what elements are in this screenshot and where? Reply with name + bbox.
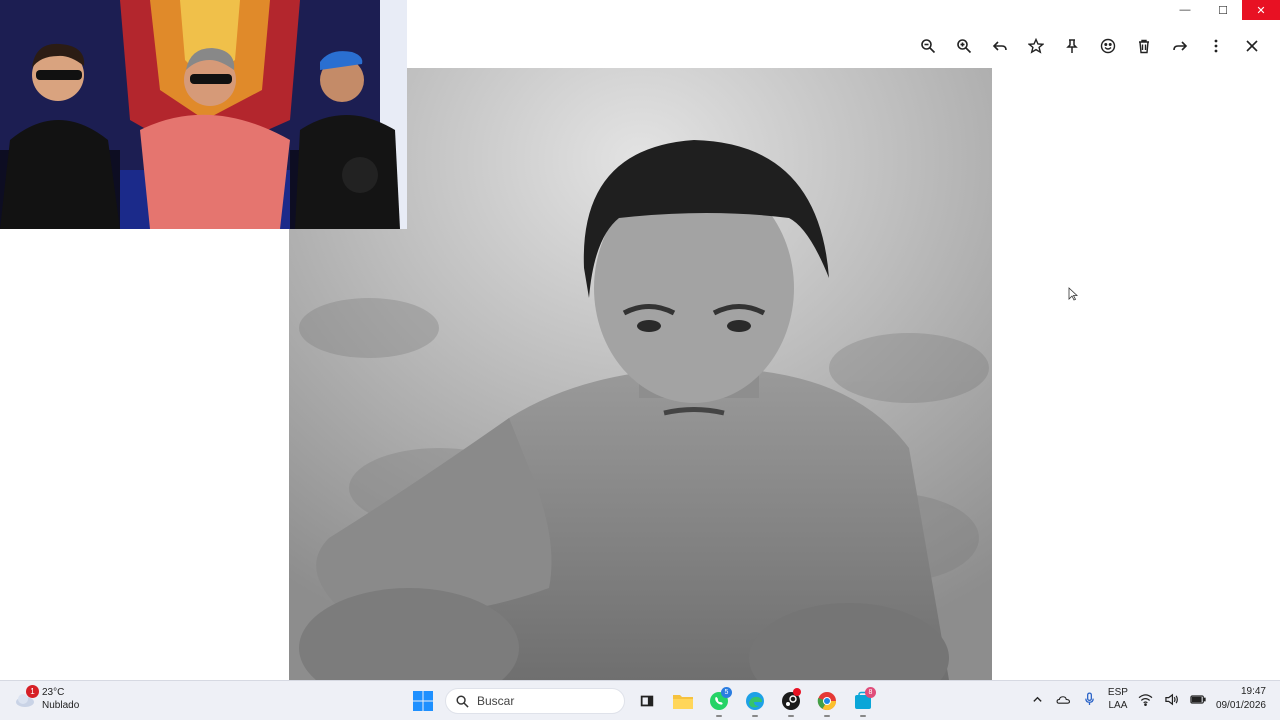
system-tray: ESP LAA 19:47 09/01/2026 xyxy=(1030,685,1266,713)
clock-time: 19:47 xyxy=(1240,686,1266,697)
start-button[interactable] xyxy=(405,685,441,717)
edge-app[interactable] xyxy=(737,685,773,717)
running-indicator xyxy=(860,715,866,717)
chrome-app[interactable] xyxy=(809,685,845,717)
folder-icon xyxy=(673,695,693,709)
search-icon xyxy=(456,694,469,708)
chrome-icon xyxy=(817,692,836,711)
search-label: Buscar xyxy=(477,694,515,708)
taskbar: 1 23°C Nublado Buscar 5 8 ESP LAA 19:47 … xyxy=(0,680,1280,720)
star-icon[interactable] xyxy=(1018,34,1054,58)
taskbar-search[interactable]: Buscar xyxy=(445,688,625,714)
taskbar-apps: Buscar 5 8 xyxy=(405,685,881,717)
language-indicator[interactable]: ESP LAA xyxy=(1108,686,1128,712)
viewer-toolbar xyxy=(910,34,1270,58)
minimize-button[interactable]: — xyxy=(1166,0,1204,20)
window-caption-buttons: — ☐ ✕ xyxy=(1166,0,1280,20)
windows-logo-icon xyxy=(413,691,433,711)
steam-notification-dot xyxy=(793,688,801,696)
edge-icon xyxy=(746,692,764,710)
volume-icon[interactable] xyxy=(1164,691,1180,707)
maximize-button[interactable]: ☐ xyxy=(1204,0,1242,20)
emoji-icon[interactable] xyxy=(1090,34,1126,58)
reply-icon[interactable] xyxy=(982,34,1018,58)
clock-date: 09/01/2026 xyxy=(1215,700,1266,711)
webcam-overlay xyxy=(0,0,407,229)
pin-icon[interactable] xyxy=(1054,34,1090,58)
trash-icon[interactable] xyxy=(1126,34,1162,58)
onedrive-cloud-icon[interactable] xyxy=(1056,691,1072,707)
whatsapp-badge: 5 xyxy=(721,687,732,698)
screen: — ☐ ✕ 1 23°C Nublado Buscar 5 8 ESP LAA … xyxy=(0,0,1280,720)
language-code: ESP xyxy=(1107,687,1128,698)
teams-app[interactable]: 8 xyxy=(845,685,881,717)
forward-icon[interactable] xyxy=(1162,34,1198,58)
cloud-icon: 1 xyxy=(14,685,39,708)
more-vertical-icon[interactable] xyxy=(1198,34,1234,58)
system-clock[interactable]: 19:47 09/01/2026 xyxy=(1216,685,1266,713)
zoom-in-icon[interactable] xyxy=(946,34,982,58)
running-indicator xyxy=(716,715,722,717)
teams-badge: 8 xyxy=(865,687,876,698)
mouse-cursor-icon xyxy=(1068,287,1078,301)
file-explorer-app[interactable] xyxy=(665,685,701,717)
close-icon[interactable] xyxy=(1234,34,1270,58)
running-indicator xyxy=(824,715,830,717)
keyboard-layout: LAA xyxy=(1108,700,1128,711)
running-indicator xyxy=(752,715,758,717)
close-window-button[interactable]: ✕ xyxy=(1242,0,1280,20)
microphone-icon[interactable] xyxy=(1082,691,1098,707)
battery-icon[interactable] xyxy=(1190,691,1206,707)
weather-widget[interactable]: 1 23°C Nublado xyxy=(14,685,80,712)
zoom-out-icon[interactable] xyxy=(910,34,946,58)
weather-temperature: 23°C xyxy=(42,687,65,698)
whatsapp-app[interactable]: 5 xyxy=(701,685,737,717)
chevron-up-icon[interactable] xyxy=(1030,691,1046,707)
wifi-icon[interactable] xyxy=(1138,691,1154,707)
task-view-icon xyxy=(640,695,654,707)
weather-notification-badge: 1 xyxy=(26,685,39,698)
weather-condition: Nublado xyxy=(42,700,80,711)
task-view-button[interactable] xyxy=(629,685,665,717)
steam-app[interactable] xyxy=(773,685,809,717)
running-indicator xyxy=(788,715,794,717)
